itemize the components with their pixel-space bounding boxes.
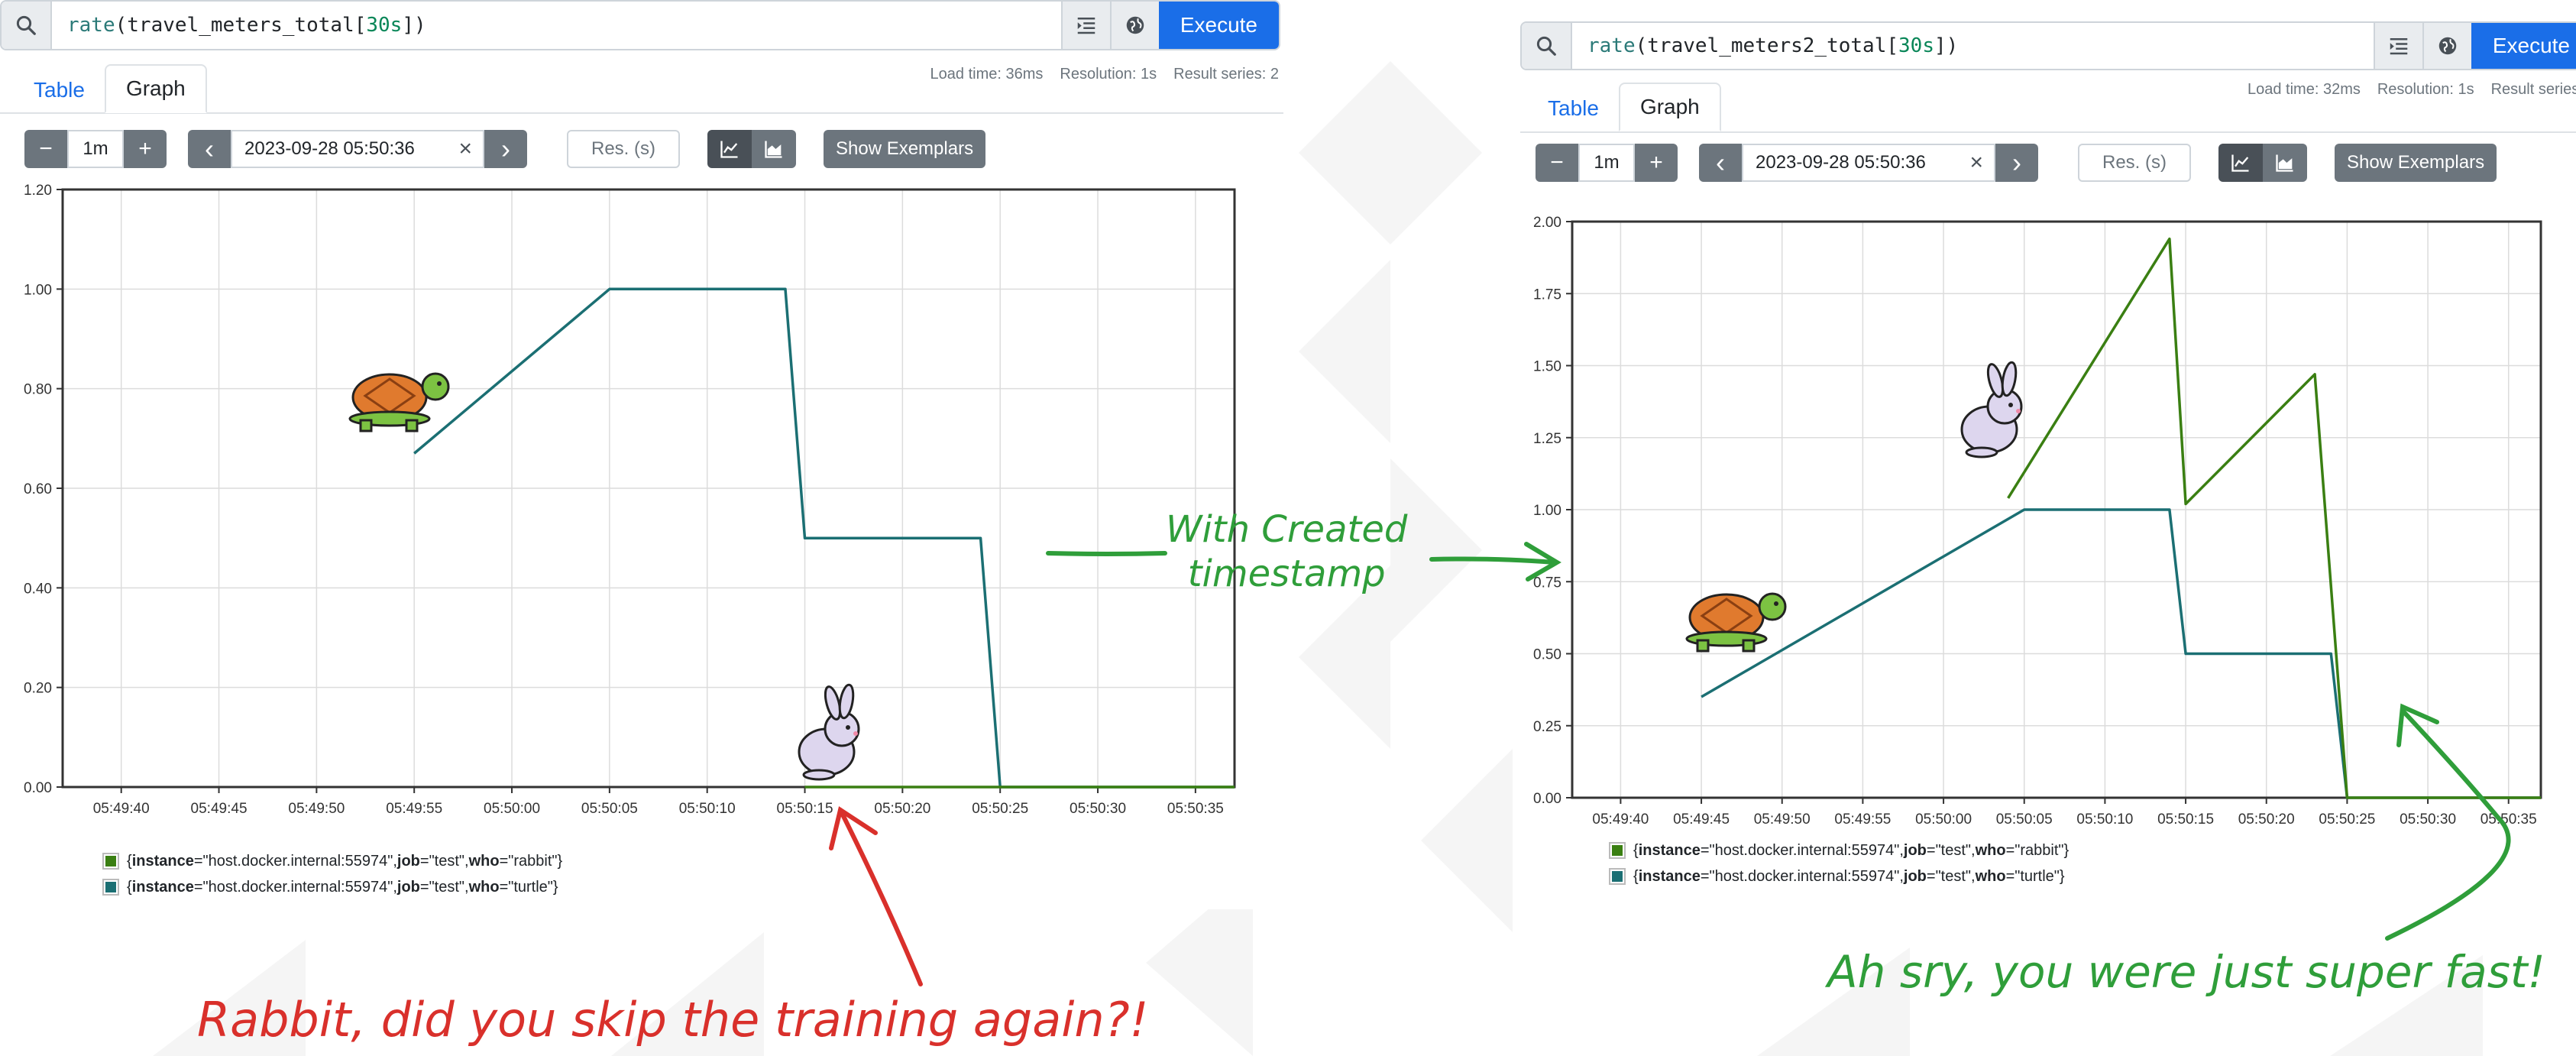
rabbit-icon xyxy=(1960,361,2023,458)
annotation-super-fast: Ah sry, you were just super fast! xyxy=(1827,946,2545,998)
red-arrow xyxy=(829,806,923,986)
green-curved-arrow xyxy=(2385,703,2511,941)
turtle-icon xyxy=(1685,592,1787,653)
rabbit-icon xyxy=(798,683,860,781)
turtle-icon xyxy=(348,372,450,432)
annotation-with-created: With Created timestamp xyxy=(1166,508,1408,595)
annotation-rabbit-question: Rabbit, did you skip the training again?… xyxy=(197,992,1149,1048)
